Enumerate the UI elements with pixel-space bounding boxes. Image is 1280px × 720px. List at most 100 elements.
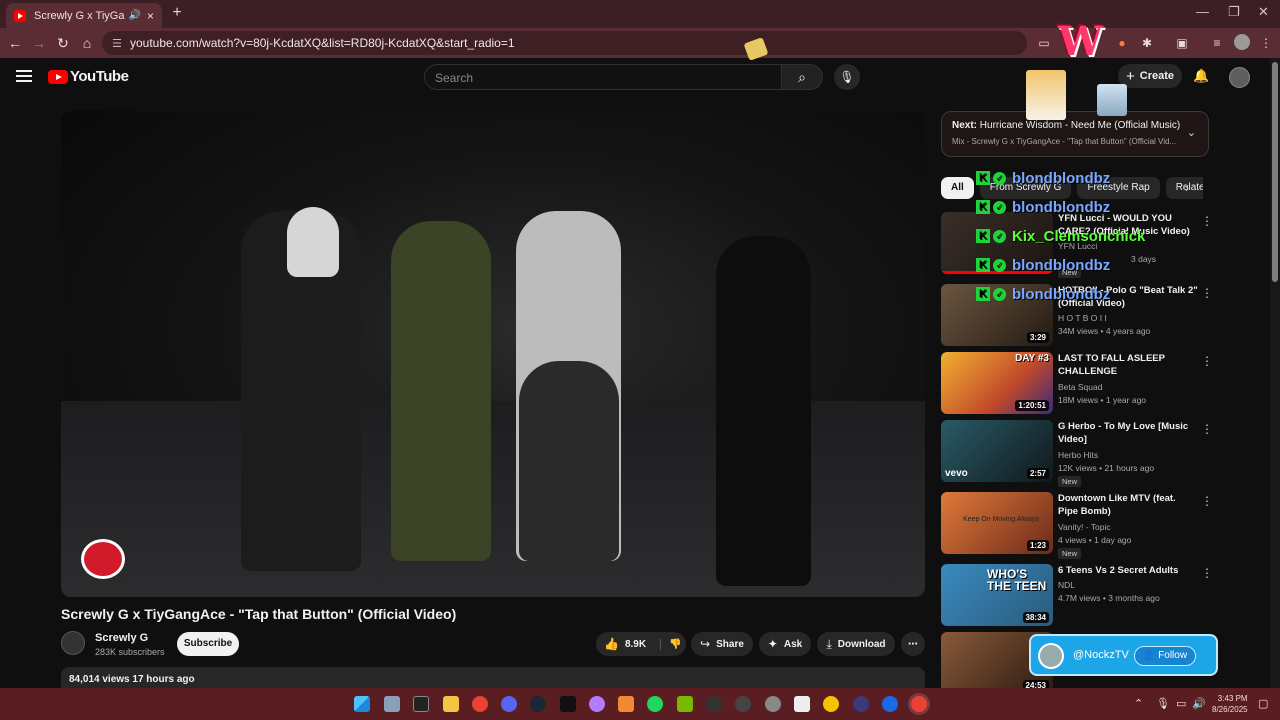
new-tab-button[interactable]: + — [168, 4, 186, 22]
app-icon[interactable] — [765, 696, 781, 712]
browser-profile-avatar[interactable] — [1234, 34, 1250, 50]
file-explorer-icon[interactable] — [443, 696, 459, 712]
video-thumbnail[interactable]: WHO'S THE TEEN 38:34 — [941, 564, 1053, 626]
maximize-icon[interactable]: ❐ — [1228, 4, 1240, 20]
chat-overlay-line: K ✓ blondblondbz — [976, 284, 1110, 304]
speaker-icon[interactable]: 🔊 — [129, 10, 141, 21]
youtube-logo[interactable]: YouTube — [48, 68, 129, 85]
sidepanel-icon[interactable]: ▣ — [1174, 35, 1190, 51]
person-icon: 👤 — [1142, 650, 1159, 661]
download-button[interactable]: ⤓ Download — [817, 632, 895, 656]
chrome-active-icon[interactable] — [911, 696, 927, 712]
more-actions-button[interactable]: ⋯ — [901, 632, 925, 656]
recommendation-title[interactable]: Downtown Like MTV (feat. Pipe Bomb) — [1058, 492, 1198, 518]
minimize-icon[interactable]: — — [1196, 4, 1209, 19]
back-icon[interactable]: ← — [6, 34, 24, 52]
close-window-icon[interactable]: ✕ — [1258, 4, 1269, 20]
extension-fire-icon[interactable]: ● — [1114, 35, 1130, 51]
nvidia-icon[interactable] — [677, 696, 693, 712]
scrollbar-thumb[interactable] — [1272, 62, 1278, 282]
system-clock[interactable]: 3:43 PM 8/26/2025 — [1212, 693, 1248, 715]
extensions-icon[interactable]: ✱ — [1139, 35, 1155, 51]
steam-icon[interactable] — [530, 696, 546, 712]
reading-list-icon[interactable]: ≡ — [1209, 35, 1225, 51]
recommendation-item[interactable]: Keep On Moving Always 1:23 Downtown Like… — [941, 492, 1213, 559]
chevron-right-icon[interactable]: › — [1185, 181, 1189, 195]
recommendation-channel[interactable]: NDL — [1058, 580, 1075, 590]
notification-icon[interactable]: ▢ — [1258, 697, 1268, 710]
forward-icon[interactable]: → — [30, 34, 48, 52]
more-vertical-icon[interactable]: ⋮ — [1201, 354, 1213, 368]
voice-search-button[interactable]: 🎙 — [834, 64, 860, 90]
chrome-icon[interactable] — [472, 696, 488, 712]
notion-icon[interactable] — [794, 696, 810, 712]
url-text: youtube.com/watch?v=80j-KcdatXQ&list=RD8… — [130, 36, 515, 50]
search-input[interactable]: Search — [424, 64, 782, 90]
recommendation-channel[interactable]: Vanity! - Topic — [1058, 522, 1111, 532]
recommendation-channel[interactable]: Beta Squad — [1058, 382, 1102, 392]
search-button[interactable]: ⌕ — [781, 64, 823, 90]
network-icon[interactable]: ▭ — [1176, 697, 1186, 710]
site-info-icon[interactable]: ☰ — [112, 37, 124, 50]
more-vertical-icon[interactable]: ⋮ — [1201, 566, 1213, 580]
spotify-icon[interactable] — [647, 696, 663, 712]
app-icon[interactable] — [853, 696, 869, 712]
recommendation-item[interactable]: WHO'S THE TEEN 38:34 6 Teens Vs 2 Secret… — [941, 564, 1213, 628]
microphone-icon[interactable]: 🎙 — [1156, 697, 1170, 710]
ask-button[interactable]: ✦ Ask — [759, 632, 811, 656]
app-icon[interactable] — [560, 696, 576, 712]
tray-chevron-icon[interactable]: ⌃ — [1134, 697, 1143, 710]
volume-icon[interactable]: 🔊 — [1192, 697, 1206, 710]
recommendation-channel[interactable]: Herbo Hits — [1058, 450, 1098, 460]
terminal-icon[interactable] — [413, 696, 429, 712]
browser-menu-icon[interactable]: ⋮ — [1258, 35, 1274, 51]
recommendation-title[interactable]: 6 Teens Vs 2 Secret Adults — [1058, 564, 1198, 577]
start-icon[interactable] — [354, 696, 370, 712]
recommendation-meta: 4 views • 1 day ago — [1058, 535, 1132, 545]
recommendation-title[interactable]: LAST TO FALL ASLEEP CHALLENGE — [1058, 352, 1198, 378]
app-icon[interactable] — [823, 696, 839, 712]
recommendation-item[interactable]: vevo 2:57 G Herbo - To My Love [Music Vi… — [941, 420, 1213, 487]
tab-close-icon[interactable]: × — [147, 9, 154, 23]
ask-label: Ask — [783, 638, 803, 650]
chip-all[interactable]: All — [941, 177, 974, 199]
more-vertical-icon[interactable]: ⋮ — [1201, 494, 1213, 508]
notifications-bell-icon[interactable]: 🔔 — [1193, 68, 1209, 84]
channel-avatar[interactable] — [61, 631, 85, 655]
dislike-icon[interactable]: 👎 — [660, 638, 682, 650]
subscribe-button[interactable]: Subscribe — [177, 632, 239, 656]
video-player[interactable] — [61, 111, 925, 597]
page-scrollbar[interactable] — [1270, 58, 1280, 688]
like-icon[interactable]: 👍 — [604, 637, 619, 651]
video-thumbnail[interactable]: Keep On Moving Always 1:23 — [941, 492, 1053, 554]
recommendation-title[interactable]: G Herbo - To My Love [Music Video] — [1058, 420, 1198, 446]
up-next-box[interactable]: Next: Hurricane Wisdom - Need Me (Offici… — [941, 111, 1209, 157]
feather-icon[interactable] — [589, 696, 605, 712]
app-icon[interactable] — [735, 696, 751, 712]
home-icon[interactable]: ⌂ — [78, 34, 96, 52]
like-count[interactable]: 8.9K — [625, 639, 646, 650]
app-icon[interactable] — [706, 696, 722, 712]
gallery-icon[interactable] — [384, 696, 400, 712]
more-vertical-icon[interactable]: ⋮ — [1201, 214, 1213, 228]
menu-icon[interactable] — [16, 70, 32, 82]
discord-icon[interactable] — [501, 696, 517, 712]
address-bar[interactable]: ☰ youtube.com/watch?v=80j-KcdatXQ&list=R… — [102, 31, 1027, 55]
account-avatar[interactable] — [1229, 67, 1250, 88]
browser-tab[interactable]: Screwly G x TiyGangAce - " 🔊 × — [6, 3, 162, 28]
cast-icon[interactable]: ▭ — [1036, 35, 1052, 51]
video-thumbnail[interactable]: vevo 2:57 — [941, 420, 1053, 482]
reload-icon[interactable]: ↻ — [54, 34, 72, 52]
channel-name[interactable]: Screwly G — [95, 632, 148, 644]
share-button[interactable]: ↪ Share — [691, 632, 753, 656]
more-vertical-icon[interactable]: ⋮ — [1201, 286, 1213, 300]
app-icon[interactable] — [618, 696, 634, 712]
recommendation-item[interactable]: DAY #3 1:20:51 LAST TO FALL ASLEEP CHALL… — [941, 352, 1213, 416]
video-thumbnail[interactable]: DAY #3 1:20:51 — [941, 352, 1053, 414]
create-button[interactable]: + Create — [1118, 64, 1182, 88]
plus-icon: + — [1125, 67, 1135, 85]
recommendation-channel[interactable]: H O T B O I I — [1058, 313, 1107, 323]
app-icon[interactable] — [882, 696, 898, 712]
chevron-down-icon[interactable]: ⌄ — [1187, 126, 1196, 139]
more-vertical-icon[interactable]: ⋮ — [1201, 422, 1213, 436]
